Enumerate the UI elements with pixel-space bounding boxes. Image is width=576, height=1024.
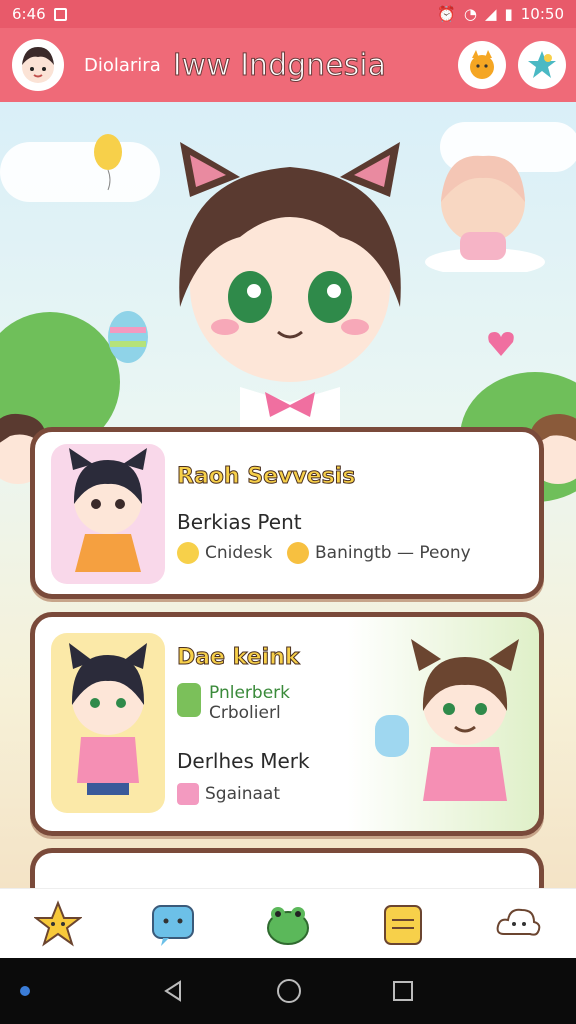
fox-mascot-icon bbox=[470, 50, 494, 79]
leaf-icon bbox=[177, 683, 201, 717]
card-meta-text: Cnidesk bbox=[205, 543, 273, 563]
card-title: Dae keink bbox=[176, 645, 300, 671]
nav-star-button[interactable] bbox=[31, 897, 85, 951]
brand-label: Diolarira bbox=[84, 54, 161, 76]
card-thumbnail bbox=[51, 444, 165, 584]
card-line: Crbolierl bbox=[209, 703, 281, 723]
back-icon[interactable] bbox=[162, 979, 186, 1003]
status-time-left: 6:46 bbox=[12, 5, 46, 23]
card-meta-text: Baningtb — Peony bbox=[315, 543, 471, 563]
card-title: Raoh Sevvesis bbox=[176, 464, 356, 490]
main-character bbox=[179, 142, 401, 427]
card-subtitle: Derlhes Merk bbox=[177, 749, 310, 773]
cloud bbox=[0, 142, 160, 202]
rewards-button[interactable] bbox=[518, 41, 566, 89]
card-meta-1: Sgainaat bbox=[177, 783, 280, 805]
sparkle-icon bbox=[177, 783, 199, 805]
mascot-button[interactable] bbox=[458, 41, 506, 89]
cat-girl-character bbox=[375, 639, 519, 801]
recents-icon[interactable] bbox=[392, 980, 414, 1002]
card-detail-block: Pnlerberk Crbolierl bbox=[177, 683, 290, 723]
content-card[interactable]: Dae keink Pnlerberk Crbolierl Derlhes Me… bbox=[30, 612, 544, 836]
girl-character-icon bbox=[69, 448, 147, 572]
card-meta-text: Sgainaat bbox=[205, 784, 280, 804]
status-time-right: 10:50 bbox=[520, 5, 564, 23]
nav-chat-button[interactable] bbox=[146, 897, 200, 951]
nav-cloud-button[interactable] bbox=[491, 897, 545, 951]
frog-icon bbox=[266, 906, 309, 945]
card-line: Pnlerberk bbox=[209, 683, 290, 703]
chat-bubble-icon bbox=[177, 542, 199, 564]
secondary-character bbox=[425, 155, 545, 272]
card-subtitle: Berkias Pent bbox=[177, 510, 302, 534]
app-header: Diolarira Iww Indgnesia bbox=[0, 28, 576, 102]
content-card[interactable]: Raoh Sevvesis Berkias Pent Cnidesk Banin… bbox=[30, 427, 544, 599]
note-icon bbox=[384, 904, 423, 945]
system-navigation-bar bbox=[0, 958, 576, 1024]
profile-avatar[interactable] bbox=[12, 39, 64, 91]
page-title: Iww Indgnesia bbox=[172, 47, 386, 83]
bottom-navigation bbox=[0, 888, 576, 958]
card-meta-2: Baningtb — Peony bbox=[287, 542, 471, 564]
nav-note-button[interactable] bbox=[376, 897, 430, 951]
chat-icon bbox=[151, 904, 194, 946]
smile-icon bbox=[287, 542, 309, 564]
cloud-icon bbox=[496, 908, 541, 936]
balloon-icon bbox=[94, 134, 122, 191]
card-meta-1: Cnidesk bbox=[177, 542, 272, 564]
wifi-icon: ◔ bbox=[463, 5, 477, 23]
star-icon bbox=[33, 899, 82, 947]
girl-character-icon bbox=[69, 643, 147, 795]
avatar-face-icon bbox=[22, 47, 54, 83]
nav-frog-button[interactable] bbox=[261, 897, 315, 951]
home-icon[interactable] bbox=[276, 978, 302, 1004]
battery-icon: ▮ bbox=[504, 5, 513, 23]
card-thumbnail bbox=[51, 633, 165, 813]
signal-icon: ◢ bbox=[484, 5, 497, 23]
notification-icon bbox=[53, 7, 67, 21]
alarm-icon: ⏰ bbox=[437, 5, 456, 23]
heart-icon bbox=[488, 332, 514, 356]
status-bar: 6:46 ⏰ ◔ ◢ ▮ 10:50 bbox=[0, 0, 576, 28]
status-dot bbox=[20, 986, 30, 996]
striped-balloon-icon bbox=[108, 311, 148, 363]
star-badge-icon bbox=[528, 51, 556, 78]
